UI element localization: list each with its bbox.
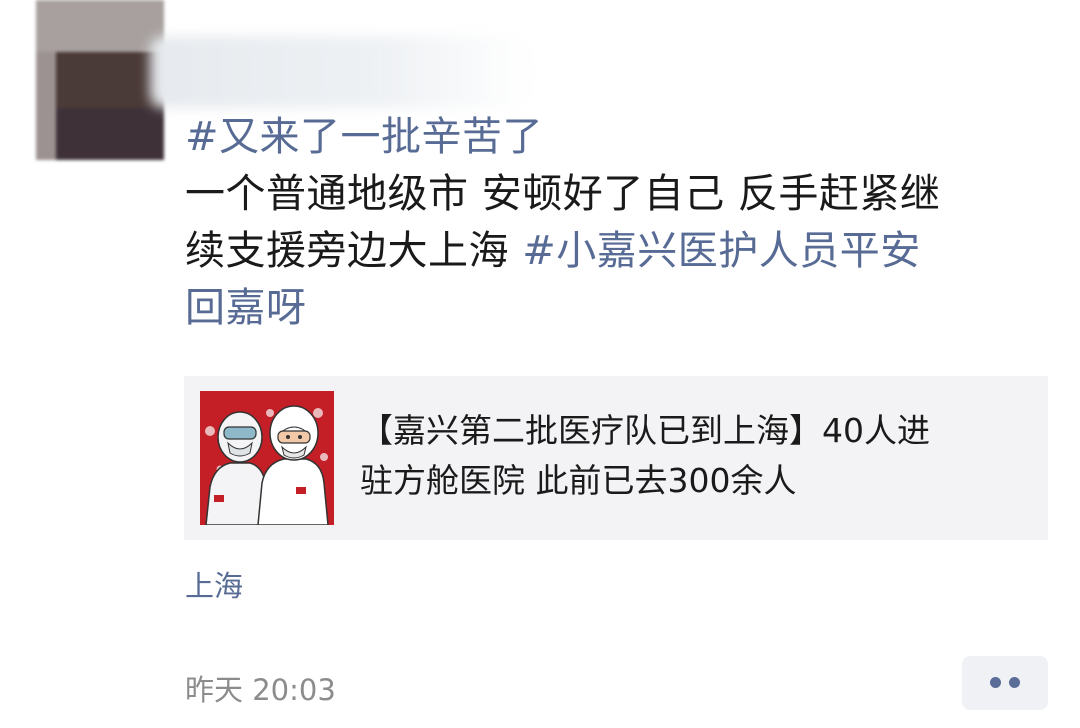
more-dots-icon [990, 677, 1001, 688]
user-name-blurred[interactable] [150, 36, 530, 108]
more-button[interactable] [962, 656, 1048, 710]
shared-article-card[interactable]: 【嘉兴第二批医疗队已到上海】40人进 驻方舱医院 此前已去300余人 [184, 376, 1048, 540]
hashtag-link-continuation[interactable]: 回嘉呀 [185, 280, 1055, 337]
shared-article-title-line: 驻方舱医院 此前已去300余人 [360, 461, 797, 500]
hashtag-link[interactable]: #小嘉兴医护人员平安 [522, 228, 921, 274]
medical-workers-image [200, 391, 334, 525]
post-text-line: 一个普通地级市 安顿好了自己 反手赶紧继 [185, 171, 941, 217]
post-timestamp: 昨天 20:03 [185, 673, 336, 707]
hashtag-link[interactable]: #又来了一批辛苦了 [185, 109, 1055, 166]
post-text: #又来了一批辛苦了 一个普通地级市 安顿好了自己 反手赶紧继 续支援旁边大上海 … [185, 109, 1055, 337]
more-dots-icon [1009, 677, 1020, 688]
shared-article-title-line: 【嘉兴第二批医疗队已到上海】40人进 [360, 411, 930, 450]
avatar[interactable] [36, 0, 164, 160]
post-text-line: 续支援旁边大上海 [185, 228, 523, 274]
shared-article-title: 【嘉兴第二批医疗队已到上海】40人进 驻方舱医院 此前已去300余人 [360, 406, 1030, 506]
location-link[interactable]: 上海 [185, 568, 243, 604]
